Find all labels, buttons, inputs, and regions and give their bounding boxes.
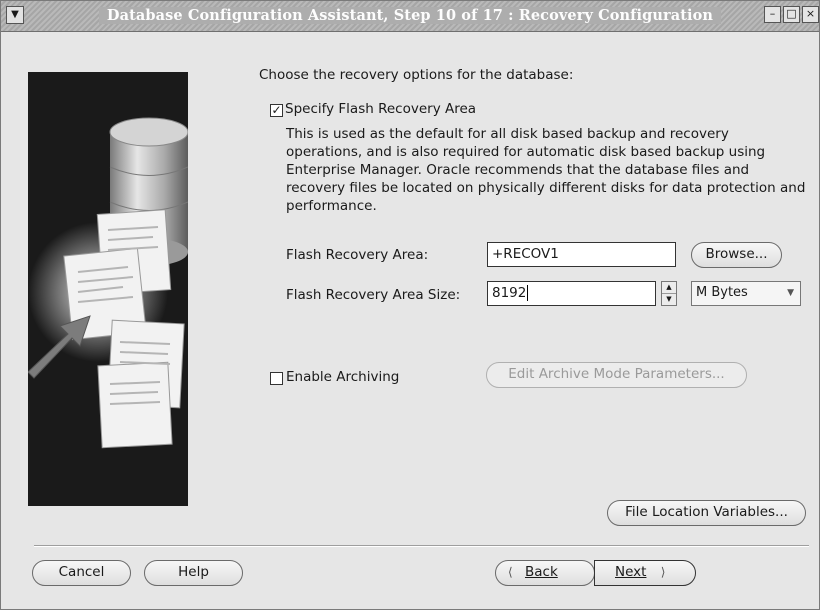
chevron-down-icon: ▼ <box>787 288 794 298</box>
cancel-button[interactable]: Cancel <box>32 560 131 586</box>
enable-archiving-label[interactable]: Enable Archiving <box>286 369 399 385</box>
back-button-label: Back <box>524 564 558 580</box>
recovery-options-heading: Choose the recovery options for the data… <box>259 67 574 83</box>
size-unit-value: M Bytes <box>696 285 748 300</box>
flash-size-input[interactable]: 8192 <box>487 281 656 306</box>
specify-flash-checkbox[interactable]: ✓ <box>270 104 283 117</box>
close-icon[interactable]: × <box>802 6 819 23</box>
maximize-icon[interactable]: □ <box>783 6 800 23</box>
chevron-left-icon: ⟨ <box>508 565 513 579</box>
size-spinner[interactable]: ▲ ▼ <box>661 281 677 306</box>
flash-area-input[interactable]: +RECOV1 <box>487 242 676 267</box>
spinner-up-icon[interactable]: ▲ <box>662 282 676 294</box>
next-button-label: Next <box>615 564 647 580</box>
file-location-variables-button[interactable]: File Location Variables... <box>607 500 806 526</box>
window-title: Database Configuration Assistant, Step 1… <box>98 7 722 24</box>
browse-button[interactable]: Browse... <box>691 242 782 268</box>
flash-size-value: 8192 <box>492 285 527 301</box>
minimize-icon[interactable]: – <box>764 6 781 23</box>
text-caret <box>527 285 529 301</box>
next-button[interactable]: Next ⟩ <box>594 560 696 586</box>
database-illustration <box>28 72 188 506</box>
spinner-down-icon[interactable]: ▼ <box>662 294 676 305</box>
specify-flash-label[interactable]: Specify Flash Recovery Area <box>285 101 476 117</box>
footer-separator <box>34 545 809 547</box>
edit-archive-button[interactable]: Edit Archive Mode Parameters... <box>486 362 747 388</box>
dialog-window: ▼ Database Configuration Assistant, Step… <box>0 0 820 610</box>
title-bar[interactable]: ▼ Database Configuration Assistant, Step… <box>1 1 819 32</box>
back-button[interactable]: ⟨ Back <box>495 560 595 586</box>
flash-size-label: Flash Recovery Area Size: <box>286 287 461 303</box>
chevron-right-icon: ⟩ <box>660 565 666 579</box>
flash-area-label: Flash Recovery Area: <box>286 247 429 263</box>
enable-archiving-checkbox[interactable] <box>270 372 283 385</box>
flash-description: This is used as the default for all disk… <box>286 126 806 214</box>
size-unit-select[interactable]: M Bytes ▼ <box>691 281 801 306</box>
help-button[interactable]: Help <box>144 560 243 586</box>
